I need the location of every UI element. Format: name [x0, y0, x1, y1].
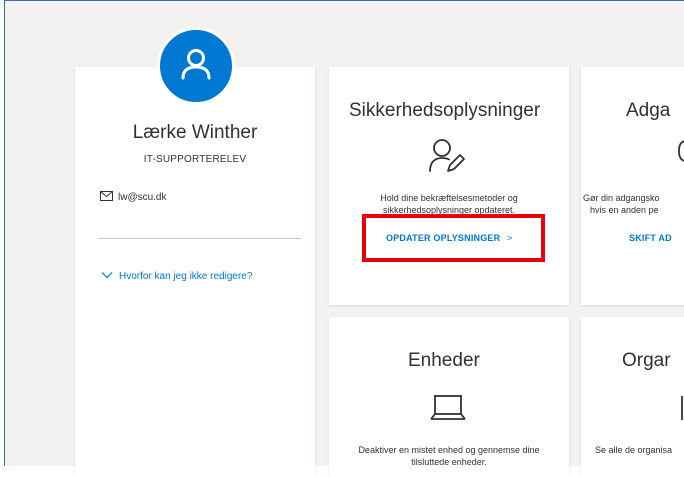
organizations-card-title: Orgar: [622, 350, 671, 371]
password-card-title: Adga: [626, 100, 671, 121]
profile-email: lw@scu.dk: [118, 192, 167, 203]
password-card-description: Gør din adgangsko hvis en anden pe: [583, 192, 684, 216]
organizations-card-description: Se alle de organisa: [595, 444, 684, 456]
organizations-desc-line1: Se alle de organisa: [595, 445, 673, 455]
mail-icon: [100, 191, 118, 204]
password-desc-line2: hvis en anden pe: [590, 205, 659, 215]
key-icon: [678, 140, 684, 167]
devices-desc-line2: tilsluttede enheder.: [411, 457, 487, 467]
chevron-down-icon: [101, 271, 119, 282]
chevron-right-icon: >: [507, 233, 513, 243]
profile-name: Lærke Winther: [132, 122, 258, 143]
person-edit-icon: [428, 138, 466, 179]
devices-card-description: Deaktiver en mistet enhed og gennemse di…: [329, 444, 569, 468]
devices-card-title: Enheder: [408, 350, 480, 371]
why-cant-edit-link[interactable]: Hvorfor kan jeg ikke redigere?: [101, 271, 252, 282]
password-desc-line1: Gør din adgangsko: [583, 193, 660, 203]
update-info-label: OPDATER OPLYSNINGER: [386, 233, 501, 243]
why-cant-edit-label: Hvorfor kan jeg ikke redigere?: [119, 271, 253, 282]
devices-desc-line1: Deaktiver en mistet enhed og gennemse di…: [358, 445, 540, 455]
avatar: [157, 27, 235, 105]
laptop-icon: [430, 395, 466, 426]
security-info-description: Hold dine bekræftelsesmetoder og sikkerh…: [329, 192, 569, 216]
organization-icon: [680, 395, 684, 426]
security-info-title: Sikkerhedsoplysninger: [349, 100, 541, 121]
profile-email-row: lw@scu.dk: [100, 191, 167, 204]
profile-divider: [98, 238, 301, 239]
update-info-link[interactable]: OPDATER OPLYSNINGER >: [386, 233, 513, 243]
user-icon: [179, 47, 213, 86]
change-password-link[interactable]: SKIFT AD: [629, 233, 672, 243]
security-desc-line1: Hold dine bekræftelsesmetoder og: [380, 193, 518, 203]
profile-role: IT-SUPPORTERELEV: [143, 154, 247, 165]
